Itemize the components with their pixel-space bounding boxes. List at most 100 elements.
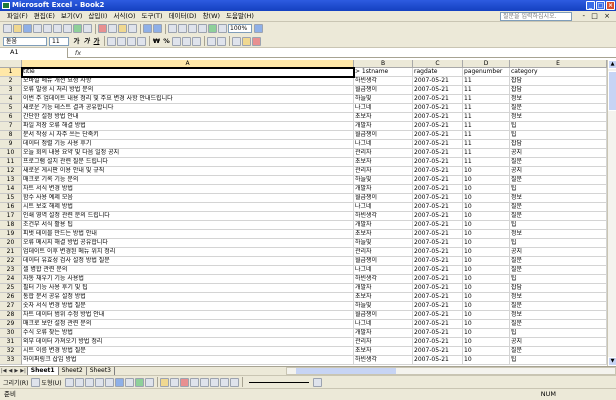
cell[interactable]: 11 (463, 113, 510, 122)
cell[interactable]: 10 (463, 212, 510, 221)
select-all-corner[interactable] (0, 60, 22, 68)
cell[interactable]: 2007-05-21 (413, 239, 463, 248)
column-header[interactable]: D (463, 60, 510, 68)
cell[interactable]: 질문 (510, 266, 607, 275)
cell[interactable]: > 1stname (354, 68, 413, 77)
cell[interactable]: 질문 (510, 302, 607, 311)
cell[interactable]: 10 (463, 320, 510, 329)
cell[interactable]: 프로그램 설치 관련 질문 드립니다 (22, 158, 354, 167)
borders-icon[interactable] (232, 36, 241, 46)
cell[interactable]: 10 (463, 203, 510, 212)
select-objects-icon[interactable] (31, 377, 41, 387)
paste-icon[interactable] (118, 24, 127, 33)
cell[interactable]: 질문 (510, 347, 607, 356)
help-icon[interactable] (254, 24, 263, 33)
cell[interactable]: 2007-05-21 (413, 275, 463, 284)
cell[interactable]: 11 (463, 95, 510, 104)
italic-button[interactable]: 가 (82, 37, 91, 46)
percent-button[interactable]: % (162, 37, 171, 46)
cell[interactable]: 2007-05-21 (413, 95, 463, 104)
document-window-buttons[interactable]: - □ × (583, 12, 612, 21)
cell[interactable]: 팁 (510, 131, 607, 140)
comma-style-icon[interactable] (172, 36, 181, 46)
cell[interactable]: 2007-05-21 (413, 158, 463, 167)
cell[interactable]: 정보 (510, 230, 607, 239)
cell[interactable]: 2007-05-21 (413, 338, 463, 347)
currency-button[interactable]: ₩ (152, 37, 161, 46)
cell[interactable]: 매크로 보안 설정 관련 문의 (22, 320, 354, 329)
cell[interactable]: 나그네 (354, 320, 413, 329)
font-color-draw-icon[interactable] (179, 377, 189, 387)
decrease-decimal-icon[interactable] (192, 36, 201, 46)
cell[interactable]: 정보 (510, 194, 607, 203)
cell[interactable]: 데이터 정렬 기능 사용 후기 (22, 140, 354, 149)
row-header[interactable]: 17 (0, 212, 22, 221)
fx-icon[interactable]: fx (68, 49, 88, 57)
copy-icon[interactable] (108, 24, 117, 33)
cell[interactable]: 데이터 유효성 검사 설정 방법 질문 (22, 257, 354, 266)
cell[interactable]: 나그네 (354, 104, 413, 113)
cell[interactable]: 2007-05-21 (413, 302, 463, 311)
arrow-style-icon[interactable] (209, 377, 219, 387)
cell[interactable]: 팁 (510, 275, 607, 284)
cell[interactable]: 정보 (510, 311, 607, 320)
shadow-icon[interactable] (219, 377, 229, 387)
research-icon[interactable] (83, 24, 92, 33)
row-header[interactable]: 6 (0, 113, 22, 122)
scroll-down-icon[interactable]: ▼ (608, 357, 616, 366)
undo-icon[interactable] (143, 24, 152, 33)
cell[interactable]: 월급쟁이 (354, 86, 413, 95)
cell[interactable]: 피벗 테이블 만드는 방법 안내 (22, 230, 354, 239)
cell[interactable]: 나그네 (354, 266, 413, 275)
row-header[interactable]: 28 (0, 311, 22, 320)
cell[interactable]: 초보자 (354, 158, 413, 167)
cell[interactable]: 나그네 (354, 140, 413, 149)
row-header[interactable]: 1 (0, 68, 22, 77)
cell[interactable]: 2007-05-21 (413, 230, 463, 239)
cell[interactable]: 10 (463, 284, 510, 293)
cell[interactable]: 하늘빛 (354, 176, 413, 185)
cell[interactable]: 차트 서식 변경 방법 (22, 185, 354, 194)
cell[interactable]: 2007-05-21 (413, 185, 463, 194)
cell[interactable]: 함수 사용 예제 모음 (22, 194, 354, 203)
cell[interactable]: 2007-05-21 (413, 356, 463, 365)
cell[interactable]: 하빈생각 (354, 356, 413, 365)
cell[interactable]: 10 (463, 302, 510, 311)
zoom-select[interactable]: 100% (228, 24, 252, 33)
drawing-icon[interactable] (218, 24, 227, 33)
cell[interactable]: 숫자 서식 변경 방법 질문 (22, 302, 354, 311)
cell[interactable]: 모바일 메뉴 개선 요청 사항 (22, 77, 354, 86)
cell[interactable]: 차트 데이터 범위 수정 방법 안내 (22, 311, 354, 320)
row-header[interactable]: 14 (0, 185, 22, 194)
cell[interactable]: 10 (463, 239, 510, 248)
cell[interactable]: 팁 (510, 329, 607, 338)
cell[interactable]: 개발자 (354, 284, 413, 293)
cell[interactable]: 개발자 (354, 221, 413, 230)
permission-icon[interactable] (33, 24, 42, 33)
cell[interactable]: 잡담 (510, 284, 607, 293)
cell[interactable]: 10 (463, 338, 510, 347)
formula-input[interactable] (88, 48, 616, 58)
cell[interactable]: 초보자 (354, 230, 413, 239)
cell[interactable]: 2007-05-21 (413, 167, 463, 176)
cell[interactable]: 10 (463, 248, 510, 257)
row-header[interactable]: 31 (0, 338, 22, 347)
cell[interactable]: 오류 발생 시 처리 방법 문의 (22, 86, 354, 95)
line-color-icon[interactable] (169, 377, 179, 387)
vertical-scroll-thumb[interactable] (608, 71, 616, 111)
row-header[interactable]: 2 (0, 77, 22, 86)
align-left-icon[interactable] (107, 36, 116, 46)
merge-center-icon[interactable] (137, 36, 146, 46)
menu-format[interactable]: 서식(O) (110, 11, 138, 22)
cell[interactable]: 개발자 (354, 185, 413, 194)
cell[interactable]: 잡담 (510, 86, 607, 95)
cell[interactable]: 질문 (510, 176, 607, 185)
cell[interactable]: 2007-05-21 (413, 320, 463, 329)
row-header[interactable]: 27 (0, 302, 22, 311)
row-header[interactable]: 25 (0, 284, 22, 293)
row-header[interactable]: 21 (0, 248, 22, 257)
cell[interactable]: 2007-05-21 (413, 266, 463, 275)
cell[interactable]: 시트 이름 변경 방법 질문 (22, 347, 354, 356)
spelling-icon[interactable] (73, 24, 82, 33)
row-header[interactable]: 16 (0, 203, 22, 212)
